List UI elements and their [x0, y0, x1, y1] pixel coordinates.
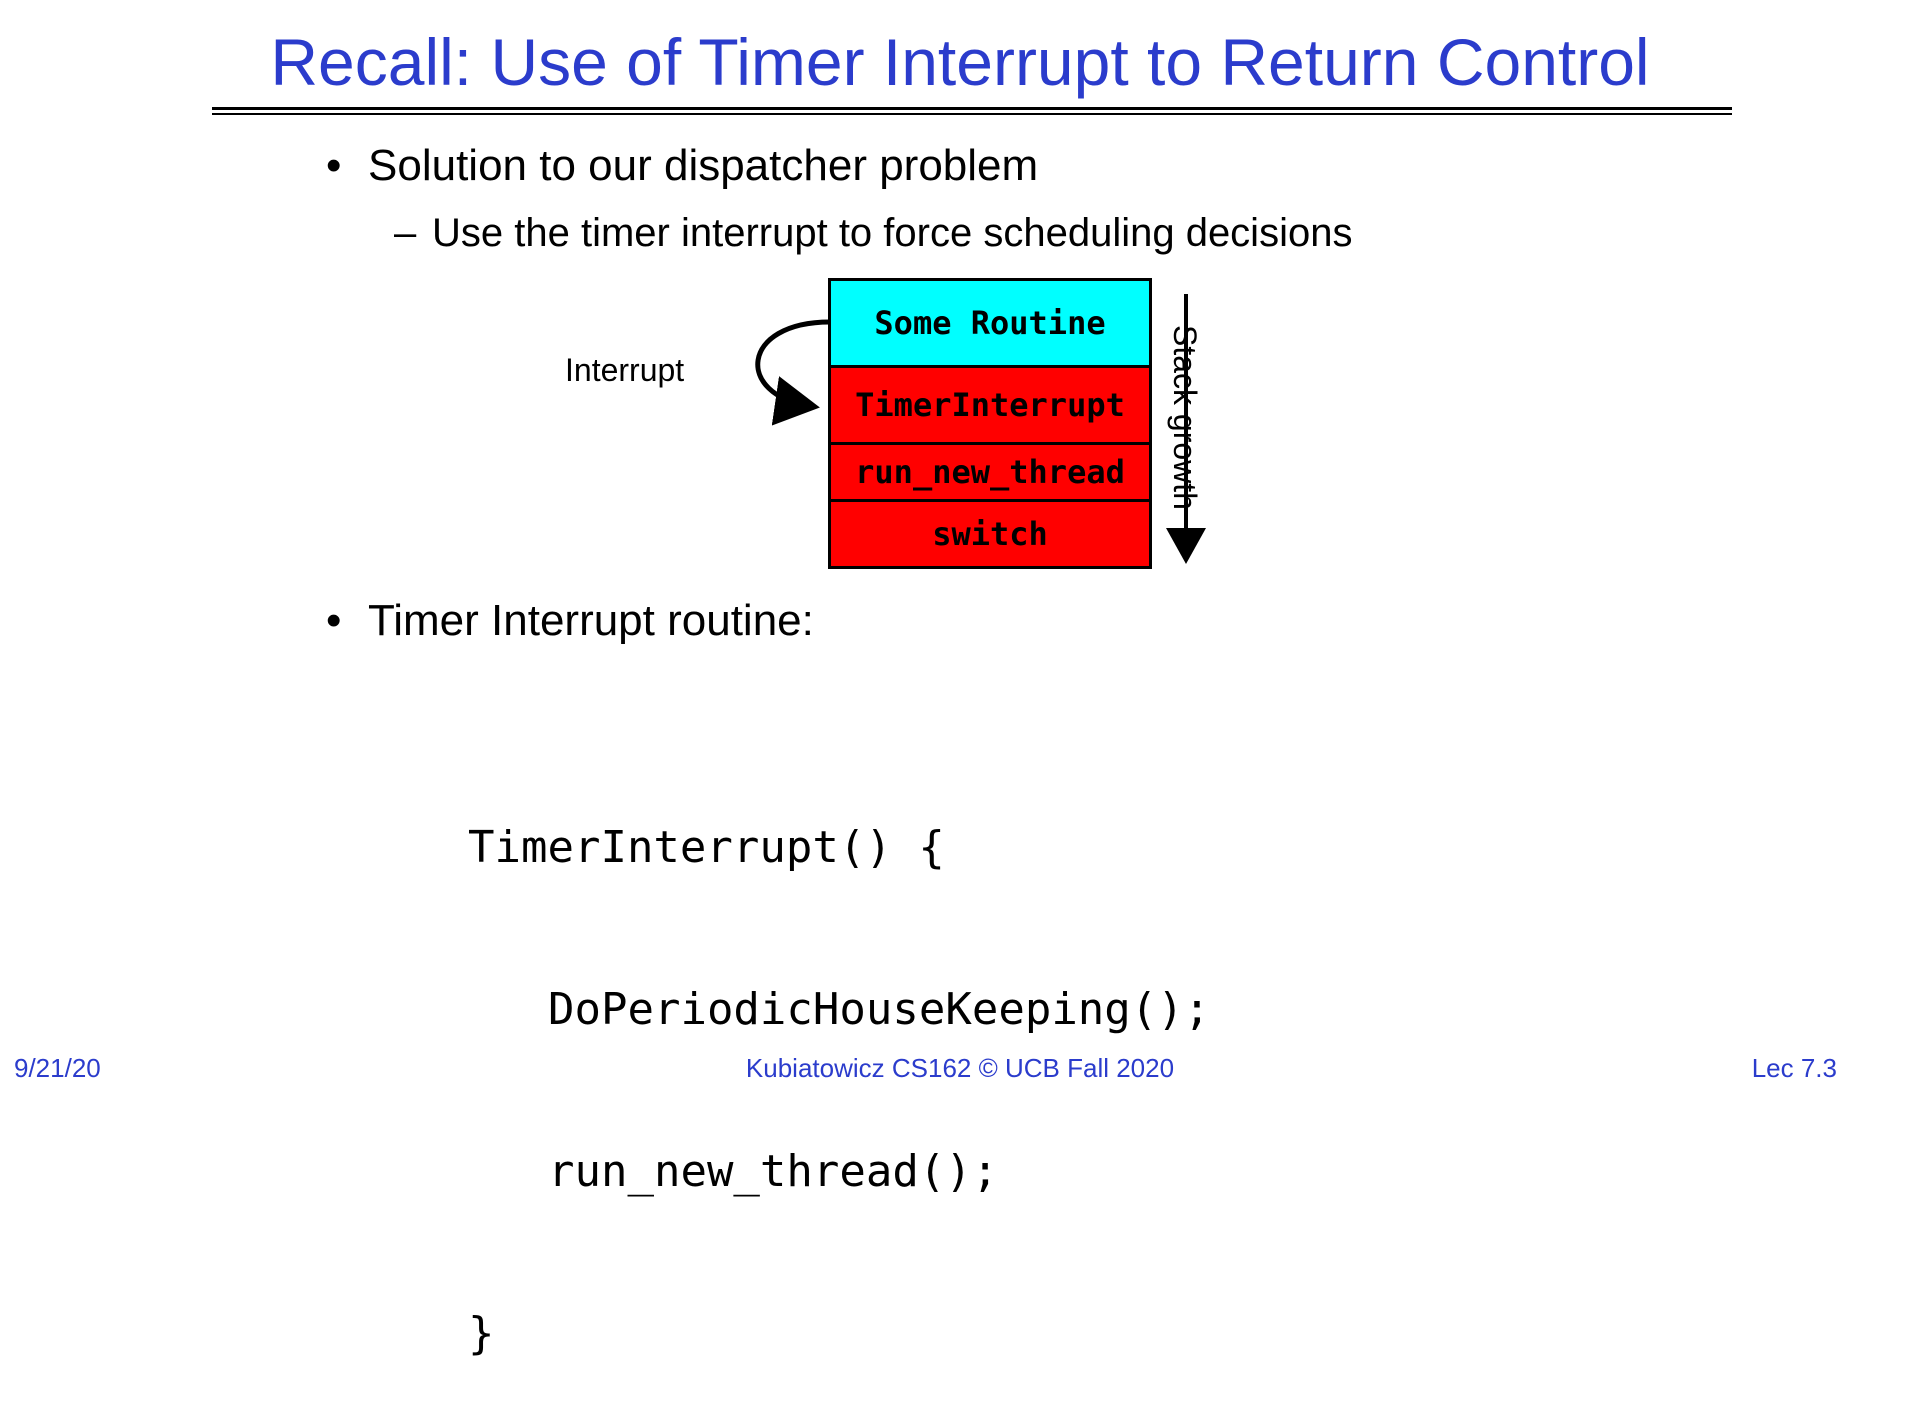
call-stack: Some Routine TimerInterrupt run_new_thre… [828, 278, 1152, 569]
stack-frame-some-routine: Some Routine [831, 281, 1149, 368]
code-line: TimerInterrupt() { [468, 822, 945, 873]
interrupt-curved-arrow [755, 319, 831, 426]
bullet-timer-routine: • Timer Interrupt routine: [326, 593, 814, 649]
code-line: DoPeriodicHouseKeeping(); [548, 984, 1211, 1035]
bullet-marker: • [326, 596, 342, 645]
footer-lecture: Lec 7.3 [1751, 1053, 1837, 1083]
bullet-timer-routine-text: Timer Interrupt routine: [368, 596, 814, 645]
footer-course: Kubiatowicz CS162 © UCB Fall 2020 [745, 1053, 1175, 1083]
stack-frame-switch: switch [831, 502, 1149, 566]
code-line: run_new_thread(); [548, 1146, 999, 1197]
code-line: } [468, 1308, 495, 1359]
stack-growth-label: Stack growth [1167, 325, 1203, 510]
stack-frame-timer-interrupt: TimerInterrupt [831, 368, 1149, 445]
stack-frame-run-new-thread: run_new_thread [831, 445, 1149, 502]
